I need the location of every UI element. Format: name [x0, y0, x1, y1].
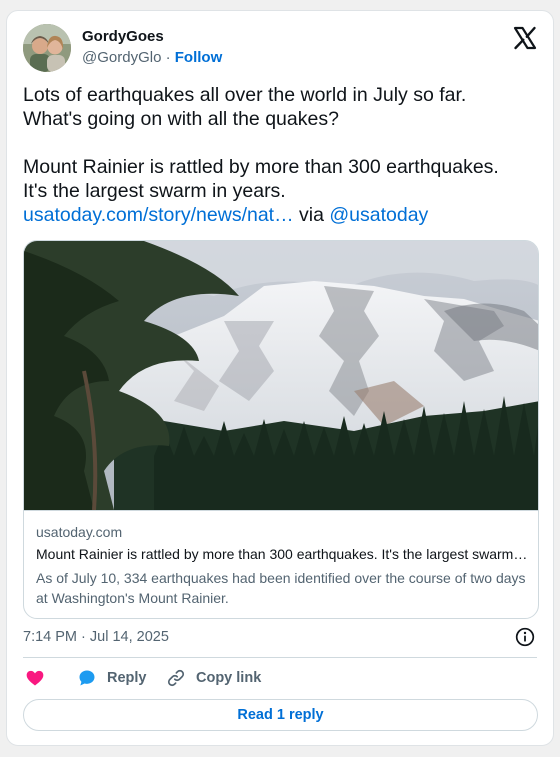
heart-icon [26, 670, 44, 686]
author-handle[interactable]: @GordyGlo [82, 49, 161, 66]
tweet-line-3: Mount Rainier is rattled by more than 30… [23, 156, 499, 178]
link-preview-card[interactable]: usatoday.com Mount Rainier is rattled by… [23, 240, 539, 619]
tweet-actions: Reply Copy link [23, 666, 543, 690]
tweet-header: GordyGoes @GordyGlo · Follow [23, 23, 537, 73]
link-card-domain: usatoday.com [36, 524, 123, 540]
link-icon [167, 669, 185, 687]
follow-link[interactable]: Follow [175, 49, 223, 66]
read-replies-button[interactable]: Read 1 reply [23, 699, 538, 731]
info-icon[interactable] [515, 627, 535, 647]
author-avatar[interactable] [23, 24, 71, 72]
link-card-title: Mount Rainier is rattled by more than 30… [36, 546, 530, 562]
author-name[interactable]: GordyGoes [82, 28, 164, 45]
avatar-photo [23, 24, 71, 72]
like-button[interactable] [25, 666, 45, 690]
actions-divider [23, 657, 537, 658]
tweet-text: Lots of earthquakes all over the world i… [23, 83, 543, 227]
reply-button[interactable]: Reply [77, 666, 147, 690]
mention-link[interactable]: @usatoday [329, 204, 428, 226]
tweet-line-1: Lots of earthquakes all over the world i… [23, 84, 467, 106]
tweet-timestamp[interactable]: 7:14 PM · Jul 14, 2025 [23, 629, 169, 645]
link-card-description: As of July 10, 334 earthquakes had been … [36, 570, 526, 606]
reply-label: Reply [107, 670, 147, 686]
tweet-embed-card: GordyGoes @GordyGlo · Follow Lots of ear… [6, 10, 554, 746]
x-logo-icon[interactable] [513, 26, 537, 50]
tweet-link-line: usatoday.com/story/news/nat… via @usatod… [23, 203, 543, 227]
article-photo [24, 241, 538, 510]
copy-link-label: Copy link [196, 670, 262, 686]
handle-separator: · [165, 49, 171, 66]
reply-bubble-icon [79, 670, 95, 686]
author-handle-row: @GordyGlo · Follow [82, 49, 222, 66]
via-text: via [293, 204, 330, 226]
copy-link-button[interactable]: Copy link [166, 666, 261, 690]
link-card-meta: usatoday.com Mount Rainier is rattled by… [24, 510, 538, 618]
article-link[interactable]: usatoday.com/story/news/nat… [23, 204, 294, 226]
tweet-line-4: It's the largest swarm in years. [23, 180, 286, 202]
tweet-paragraph-gap [23, 131, 543, 155]
tweet-line-2: What's going on with all the quakes? [23, 108, 339, 130]
